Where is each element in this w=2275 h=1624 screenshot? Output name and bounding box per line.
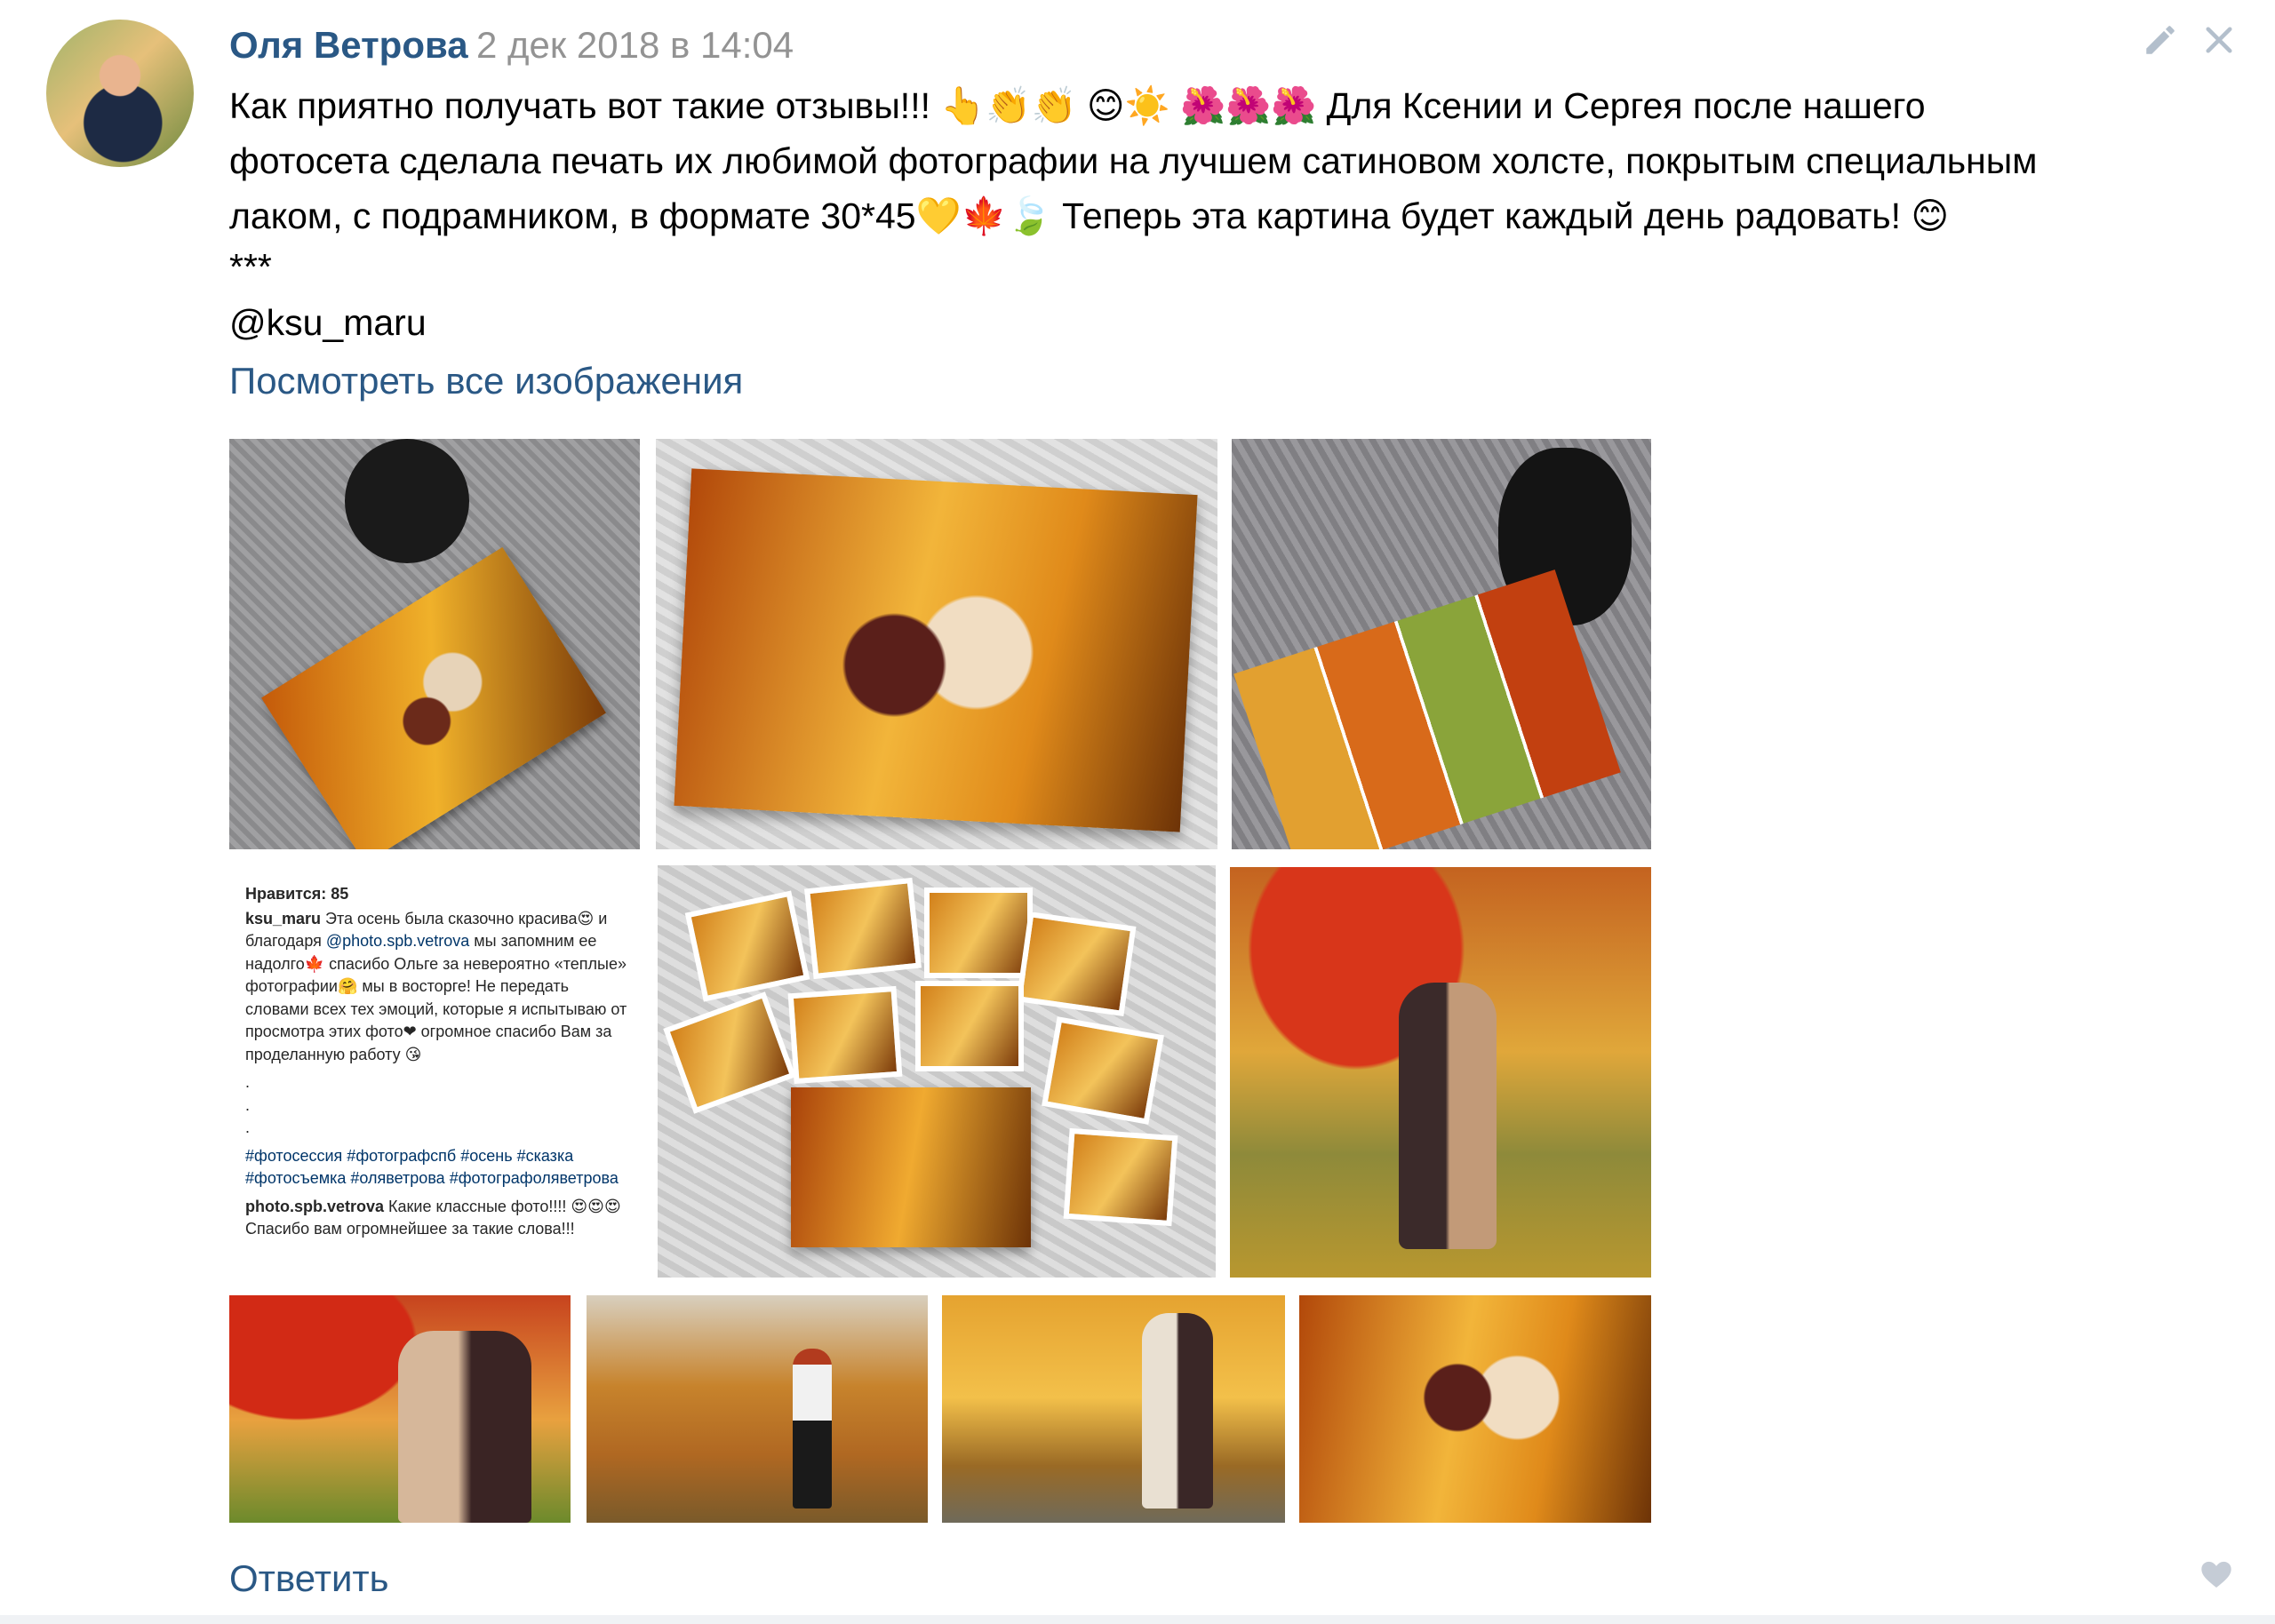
couple-figure [1399,983,1497,1249]
photo-canvas-closeup[interactable] [656,439,1217,849]
print [1042,1016,1164,1125]
print [684,890,810,1002]
couple-figure [398,1331,531,1523]
author-avatar[interactable] [46,20,194,167]
comment-mention: @photo.spb.vetrova [325,932,470,950]
print [1016,912,1137,1016]
print [787,985,903,1085]
print [1063,1127,1178,1227]
reply-username: photo.spb.vetrova [245,1197,385,1215]
photo-canvas-and-prints[interactable] [658,865,1216,1278]
print [663,991,796,1114]
post-text: Как приятно получать вот такие отзывы!!!… [229,78,2220,355]
cat-figure [345,439,469,563]
comment-text-part: мы запомним ее надолго🍁 спасибо Ольге за… [245,932,627,1063]
photo-couple-closeup[interactable] [1299,1295,1651,1523]
reply-comment: photo.spb.vetrova Какие классные фото!!!… [245,1196,627,1241]
post-text-line: лаком, с подрамником, в формате 30*45💛🍁🍃… [229,195,1950,236]
post-divider [0,1615,2275,1624]
post-text-line: фотосета сделала печать их любимой фотог… [229,140,2038,181]
printed-canvas [261,546,606,849]
print [915,981,1024,1071]
photo-couple-by-pond[interactable] [942,1295,1285,1523]
printed-photos [1233,569,1621,849]
printed-canvas [791,1087,1031,1247]
heart-icon[interactable] [2199,1556,2234,1592]
girl-figure [793,1349,832,1509]
author-name-link[interactable]: Оля Ветрова [229,21,468,69]
author-mention: @ksu_maru [229,302,427,343]
comment-username: ksu_maru [245,909,322,927]
post-text-line: Как приятно получать вот такие отзывы!!!… [229,85,1926,126]
photo-couple-red-tree[interactable] [229,1295,571,1523]
print [924,888,1033,978]
print [804,877,922,980]
likes-count: Нравится: 85 [245,885,349,903]
comment-dots: . . . [245,1073,251,1136]
photo-prints-with-cat[interactable] [1232,439,1651,849]
close-icon[interactable] [2200,21,2238,59]
pencil-icon[interactable] [2142,21,2179,59]
comment-hashtags: #фотосессия #фотографспб #осень #сказка … [245,1146,619,1188]
printed-canvas [674,468,1198,832]
couple-figure [1142,1313,1213,1509]
post-text-line: *** [229,246,272,287]
reply-link[interactable]: Ответить [229,1551,389,1606]
view-all-images-link[interactable]: Посмотреть все изображения [229,354,743,409]
photo-canvas-with-cat[interactable] [229,439,640,849]
photo-couple-kissing-park[interactable] [1230,867,1651,1278]
post-date-link[interactable]: 2 дек 2018 в 14:04 [476,21,794,69]
comment-text: ksu_maru Эта осень была сказочно красива… [245,908,627,1067]
photo-girl-autumn-park[interactable] [587,1295,928,1523]
photo-instagram-comment-screenshot[interactable]: Нравится: 85 ksu_maru Эта осень была ска… [229,862,640,1278]
